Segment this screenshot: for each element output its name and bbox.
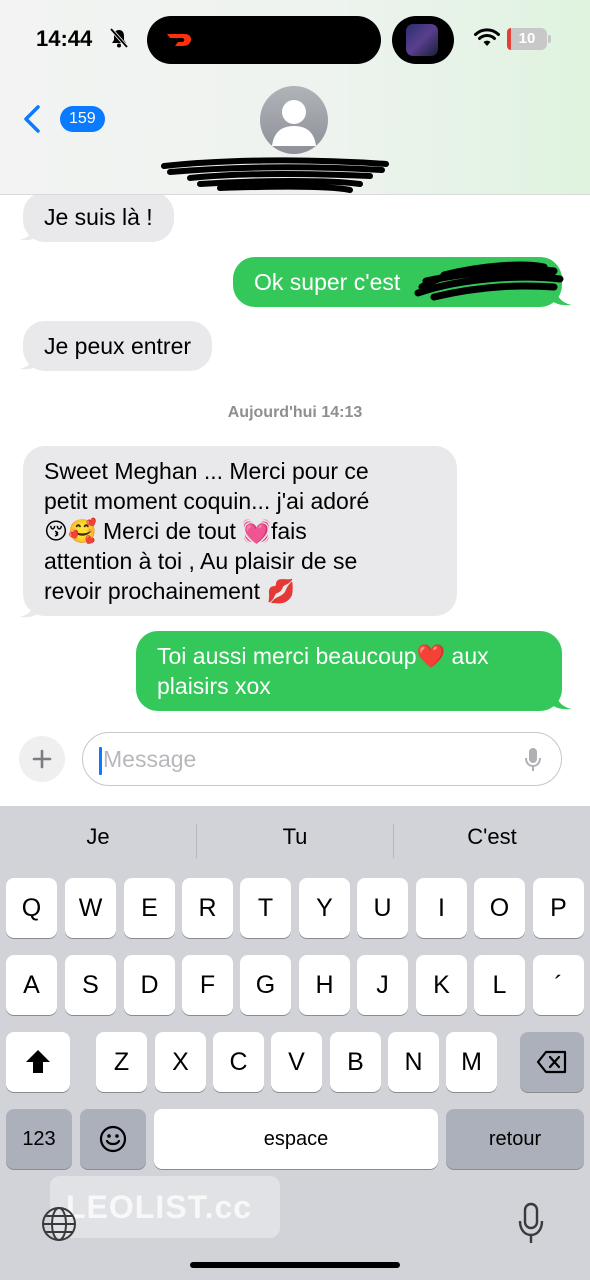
message-text: Ok super c'est [254,269,401,295]
space-key[interactable]: espace [154,1109,438,1169]
apps-button[interactable] [19,736,65,782]
battery-percent: 10 [518,30,536,47]
message-placeholder: Message [103,746,197,772]
text-caret [99,747,102,775]
back-button[interactable]: 159 [20,100,105,136]
redaction-scribble [414,261,564,301]
key[interactable]: M [446,1032,497,1092]
key[interactable]: Y [299,878,350,938]
sent-message[interactable]: Toi aussi merci beaucoup❤️ aux plaisirs … [136,631,562,711]
bell-muted-icon [110,28,128,48]
shift-key[interactable] [6,1032,70,1092]
doordash-icon [167,34,192,46]
message-line: petit moment coquin... j'ai adoré [44,488,370,514]
key[interactable]: G [240,955,291,1015]
key[interactable]: L [474,955,525,1015]
return-key[interactable]: retour [446,1109,584,1169]
message-line: 😚🥰 Merci de tout 💓fais [44,518,307,544]
key[interactable]: H [299,955,350,1015]
chevron-left-icon [24,105,40,133]
wifi-icon [474,28,500,46]
key[interactable]: P [533,878,584,938]
key[interactable]: I [416,878,467,938]
key[interactable]: E [124,878,175,938]
contact-name-scribble[interactable] [160,154,390,194]
received-message[interactable]: Je suis là ! [23,195,174,242]
message-line: plaisirs xox [157,673,271,699]
delete-key[interactable] [520,1032,584,1092]
key[interactable]: D [124,955,175,1015]
plus-icon [32,749,52,769]
backspace-icon [536,1050,567,1074]
date-separator: Aujourd'hui 14:13 [227,404,363,421]
globe-icon[interactable] [40,1205,78,1243]
key[interactable]: T [240,878,291,938]
message-line: Sweet Meghan ... Merci pour ce [44,458,369,484]
key[interactable]: ´ [533,955,584,1015]
shift-icon [26,1050,50,1073]
numbers-key[interactable]: 123 [6,1109,72,1169]
suggestion-2[interactable]: Tu [197,824,393,850]
bubble-tail [19,351,41,370]
unread-count-badge: 159 [60,106,105,132]
contact-avatar[interactable] [260,86,328,154]
key[interactable]: B [330,1032,381,1092]
message-thread[interactable]: Je suis là ! Ok super c'est Je peux entr… [0,195,590,720]
key[interactable]: W [65,878,116,938]
key[interactable]: C [213,1032,264,1092]
message-line: Toi aussi merci beaucoup❤️ aux [157,643,489,669]
bubble-tail [19,222,41,241]
bubble-tail [19,599,41,618]
emoji-key[interactable] [80,1109,146,1169]
key[interactable]: V [271,1032,322,1092]
album-thumbnail [406,24,438,56]
key[interactable]: S [65,955,116,1015]
conversation-header: 14:44 10 159 [0,0,590,195]
message-input[interactable]: Message [82,732,562,786]
key[interactable]: A [6,955,57,1015]
key[interactable]: J [357,955,408,1015]
message-line: revoir prochainement 💋 [44,578,296,604]
emoji-icon [99,1125,127,1153]
dictation-mic-icon[interactable] [523,746,543,774]
message-line: attention à toi , Au plaisir de se [44,548,358,574]
status-time: 14:44 [36,26,93,51]
bubble-tail [550,691,572,710]
watermark: LEOLIST.cc [50,1176,280,1238]
key[interactable]: N [388,1032,439,1092]
key[interactable]: O [474,878,525,938]
battery-nub [548,35,551,43]
key[interactable]: K [416,955,467,1015]
battery-indicator: 10 [507,28,547,50]
key[interactable]: Q [6,878,57,938]
now-playing-indicator[interactable] [392,16,454,64]
suggestion-3[interactable]: C'est [394,824,590,850]
key[interactable]: F [182,955,233,1015]
suggestion-1[interactable]: Je [0,824,196,850]
key[interactable]: R [182,878,233,938]
dynamic-island[interactable] [147,16,381,64]
key[interactable]: Z [96,1032,147,1092]
dictation-mic-icon[interactable] [516,1202,546,1246]
home-indicator [190,1262,400,1268]
received-message[interactable]: Sweet Meghan ... Merci pour ce petit mom… [23,446,457,616]
received-message[interactable]: Je peux entrer [23,321,213,371]
message-text: Je peux entrer [44,333,192,359]
key[interactable]: X [155,1032,206,1092]
key[interactable]: U [357,878,408,938]
person-icon [272,100,316,146]
message-text: Je suis là ! [44,204,153,230]
